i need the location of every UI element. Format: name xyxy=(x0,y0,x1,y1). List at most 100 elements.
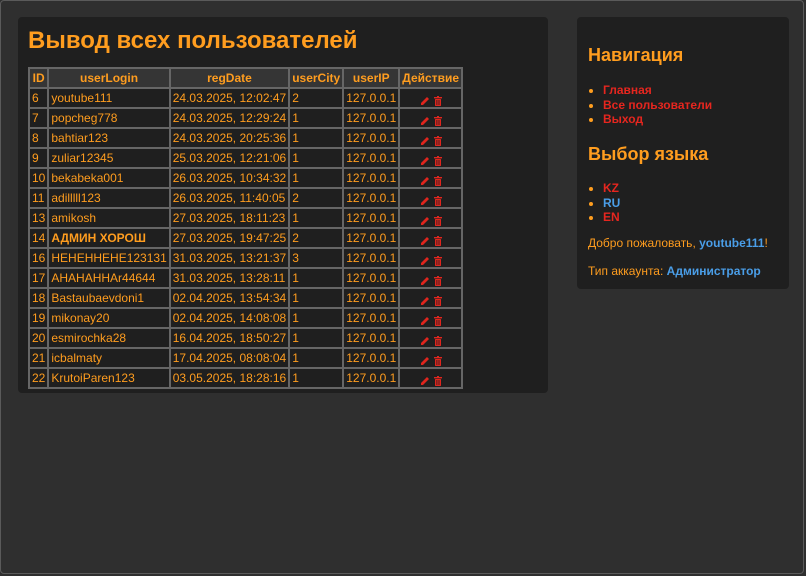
trash-icon[interactable] xyxy=(433,254,442,266)
nav-link-home[interactable]: Главная xyxy=(603,83,652,97)
trash-icon[interactable] xyxy=(433,234,442,246)
nav-item-home: Главная xyxy=(603,83,712,98)
pencil-icon[interactable] xyxy=(420,314,430,325)
trash-icon[interactable] xyxy=(433,134,442,146)
pencil-icon[interactable] xyxy=(420,234,430,245)
cell-userlogin: KrutoiParen123 xyxy=(48,368,170,388)
pencil-icon[interactable] xyxy=(420,354,430,365)
cell-actions xyxy=(399,268,462,288)
language-link-en[interactable]: EN xyxy=(603,210,620,224)
cell-usercity: 1 xyxy=(289,268,344,288)
cell-userlogin: АНАНАННАr44644 xyxy=(48,268,170,288)
language-heading: Выбор языка xyxy=(588,144,709,164)
trash-icon[interactable] xyxy=(433,374,442,386)
cell-actions xyxy=(399,328,462,348)
cell-actions xyxy=(399,368,462,388)
pencil-icon[interactable] xyxy=(420,134,430,145)
cell-userip: 127.0.0.1 xyxy=(343,208,400,228)
table-row: 13 amikosh 27.03.2025, 18:11:23 1 127.0.0.1 xyxy=(29,208,462,228)
cell-id: 13 xyxy=(29,208,49,228)
trash-icon[interactable] xyxy=(433,174,442,186)
cell-userip: 127.0.0.1 xyxy=(343,88,400,108)
cell-userlogin: АДМИН ХОРОШ xyxy=(48,228,170,248)
table-row: 10 bekabeka001 26.03.2025, 10:34:32 1 127.0.… xyxy=(29,168,462,188)
trash-icon[interactable] xyxy=(433,334,442,346)
cell-usercity: 2 xyxy=(289,188,344,208)
table-row: 19 mikonay20 02.04.2025, 14:08:08 1 127.0.0.… xyxy=(29,308,462,328)
cell-actions xyxy=(399,308,462,328)
pencil-icon[interactable] xyxy=(420,334,430,345)
cell-actions xyxy=(399,248,462,268)
cell-id: 22 xyxy=(29,368,49,388)
nav-link-logout[interactable]: Выход xyxy=(603,112,643,126)
cell-actions xyxy=(399,148,462,168)
table-row: 17 АНАНАННАr44644 31.03.2025, 13:28:11 1 127… xyxy=(29,268,462,288)
language-link-kz[interactable]: KZ xyxy=(603,181,619,195)
cell-regdate: 24.03.2025, 12:02:47 xyxy=(169,88,290,108)
welcome-username: youtube111 xyxy=(699,236,765,250)
cell-userlogin: Bastaubaevdoni1 xyxy=(48,288,170,308)
cell-userip: 127.0.0.1 xyxy=(343,268,400,288)
trash-icon[interactable] xyxy=(433,94,442,106)
navigation-heading: Навигация xyxy=(588,45,684,65)
cell-actions xyxy=(399,108,462,128)
cell-regdate: 27.03.2025, 18:11:23 xyxy=(169,208,290,228)
trash-icon[interactable] xyxy=(433,314,442,326)
cell-id: 20 xyxy=(29,328,49,348)
nav-item-logout: Выход xyxy=(603,112,712,127)
cell-usercity: 1 xyxy=(289,148,344,168)
cell-regdate: 16.04.2025, 18:50:27 xyxy=(169,328,290,348)
trash-icon[interactable] xyxy=(433,294,442,306)
cell-userlogin: icbalmaty xyxy=(48,348,170,368)
language-link-ru[interactable]: RU xyxy=(603,196,620,210)
table-row: 22 KrutoiParen123 03.05.2025, 18:28:16 1 127… xyxy=(29,368,462,388)
cell-id: 9 xyxy=(29,148,49,168)
cell-id: 19 xyxy=(29,308,49,328)
account-type-value: Администратор xyxy=(666,264,761,278)
cell-userlogin: zuliar12345 xyxy=(48,148,170,168)
trash-icon[interactable] xyxy=(433,214,442,226)
pencil-icon[interactable] xyxy=(420,294,430,305)
pencil-icon[interactable] xyxy=(420,374,430,385)
cell-userlogin: mikonay20 xyxy=(48,308,170,328)
trash-icon[interactable] xyxy=(433,354,442,366)
table-header-row: ID userLogin regDate userCity userIP Дей… xyxy=(29,68,462,88)
trash-icon[interactable] xyxy=(433,154,442,166)
cell-id: 7 xyxy=(29,108,49,128)
cell-userlogin: popcheg778 xyxy=(48,108,170,128)
sidebar: Навигация Главная Все пользователи Выход… xyxy=(577,17,789,289)
users-table-body: 6 youtube111 24.03.2025, 12:02:47 2 127.0.0.… xyxy=(29,88,462,388)
nav-link-all-users[interactable]: Все пользователи xyxy=(603,98,712,112)
language-item-kz: KZ xyxy=(603,181,620,196)
cell-regdate: 02.04.2025, 14:08:08 xyxy=(169,308,290,328)
table-row: 6 youtube111 24.03.2025, 12:02:47 2 127.0.0.… xyxy=(29,88,462,108)
table-row: 7 popcheg778 24.03.2025, 12:29:24 1 127.0.0.… xyxy=(29,108,462,128)
table-row: 21 icbalmaty 17.04.2025, 08:08:04 1 127.0.0.… xyxy=(29,348,462,368)
pencil-icon[interactable] xyxy=(420,154,430,165)
table-row: 18 Bastaubaevdoni1 02.04.2025, 13:54:34 1 12… xyxy=(29,288,462,308)
pencil-icon[interactable] xyxy=(420,254,430,265)
cell-userip: 127.0.0.1 xyxy=(343,348,400,368)
column-header-actions: Действие xyxy=(399,68,462,88)
cell-userip: 127.0.0.1 xyxy=(343,128,400,148)
trash-icon[interactable] xyxy=(433,114,442,126)
cell-regdate: 27.03.2025, 19:47:25 xyxy=(169,228,290,248)
welcome-prefix: Добро пожаловать, xyxy=(588,236,700,250)
pencil-icon[interactable] xyxy=(420,214,430,225)
pencil-icon[interactable] xyxy=(420,94,430,105)
trash-icon[interactable] xyxy=(433,194,442,206)
page-title: Вывод всех пользователей xyxy=(28,27,358,54)
pencil-icon[interactable] xyxy=(420,114,430,125)
cell-usercity: 1 xyxy=(289,308,344,328)
cell-userip: 127.0.0.1 xyxy=(343,308,400,328)
cell-actions xyxy=(399,208,462,228)
cell-regdate: 26.03.2025, 11:40:05 xyxy=(169,188,290,208)
trash-icon[interactable] xyxy=(433,274,442,286)
cell-regdate: 24.03.2025, 20:25:36 xyxy=(169,128,290,148)
users-table: ID userLogin regDate userCity userIP Дей… xyxy=(28,67,463,389)
pencil-icon[interactable] xyxy=(420,174,430,185)
cell-regdate: 31.03.2025, 13:28:11 xyxy=(169,268,290,288)
cell-actions xyxy=(399,128,462,148)
pencil-icon[interactable] xyxy=(420,194,430,205)
pencil-icon[interactable] xyxy=(420,274,430,285)
